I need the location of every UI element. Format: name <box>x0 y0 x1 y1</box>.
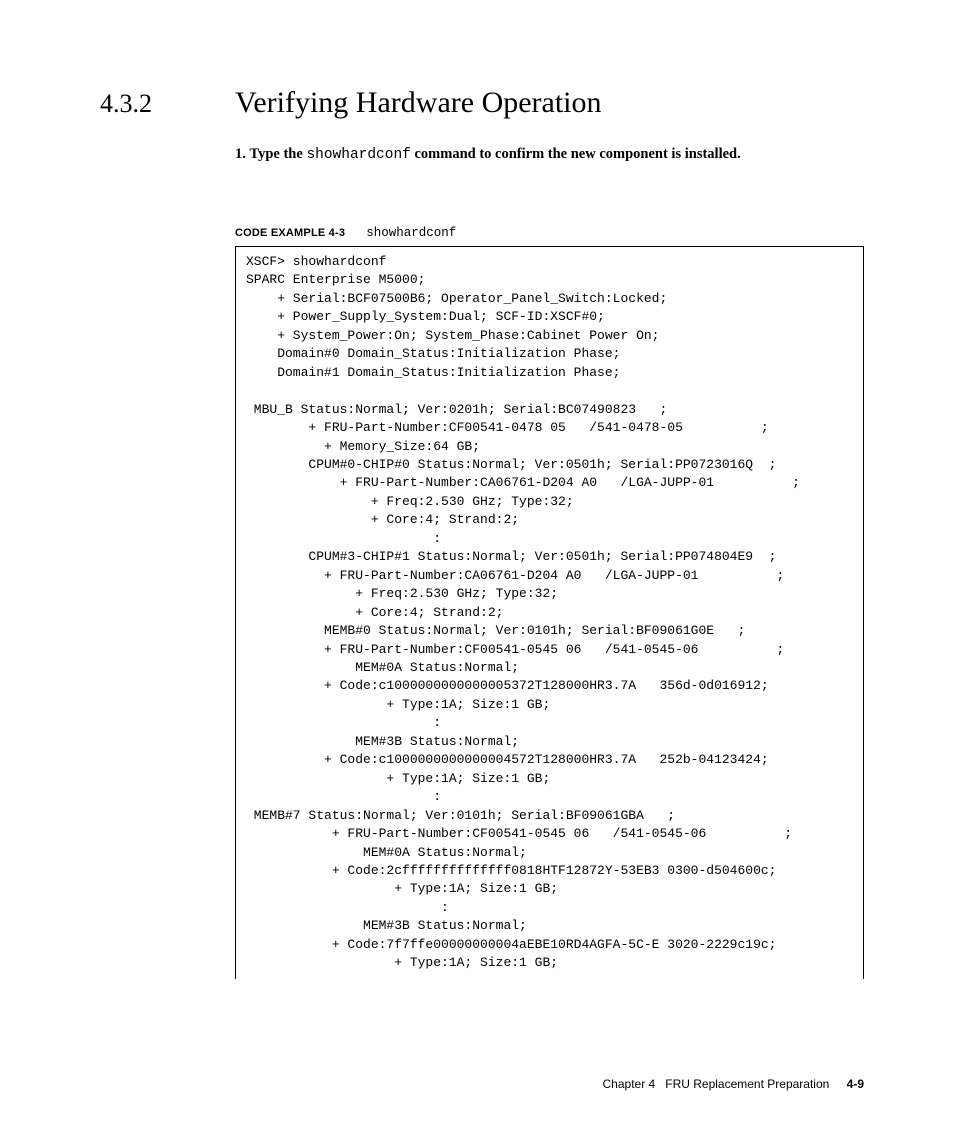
code-caption-command: showhardconf <box>366 226 456 240</box>
step-lead: Type the <box>250 146 307 162</box>
code-caption: CODE EXAMPLE 4-3 showhardconf <box>235 225 864 240</box>
step-block: 1. Type the showhardconf command to conf… <box>235 146 864 163</box>
section-title: Verifying Hardware Operation <box>235 86 602 120</box>
step-number: 1. <box>235 146 246 162</box>
section-heading: 4.3.2 Verifying Hardware Operation <box>100 86 864 120</box>
code-caption-label: CODE EXAMPLE 4-3 <box>235 227 345 239</box>
section-number: 4.3.2 <box>100 89 235 119</box>
inline-command: showhardconf <box>306 147 410 163</box>
page-footer: Chapter 4 FRU Replacement Preparation 4-… <box>603 1077 864 1091</box>
footer-title: FRU Replacement Preparation <box>665 1077 829 1091</box>
step-line: 1. Type the showhardconf command to conf… <box>235 146 864 163</box>
footer-page-number: 4-9 <box>847 1077 864 1091</box>
footer-chapter: Chapter 4 <box>603 1077 656 1091</box>
code-example-box: XSCF> showhardconf SPARC Enterprise M500… <box>235 246 864 979</box>
step-tail: command to confirm the new component is … <box>411 146 741 162</box>
